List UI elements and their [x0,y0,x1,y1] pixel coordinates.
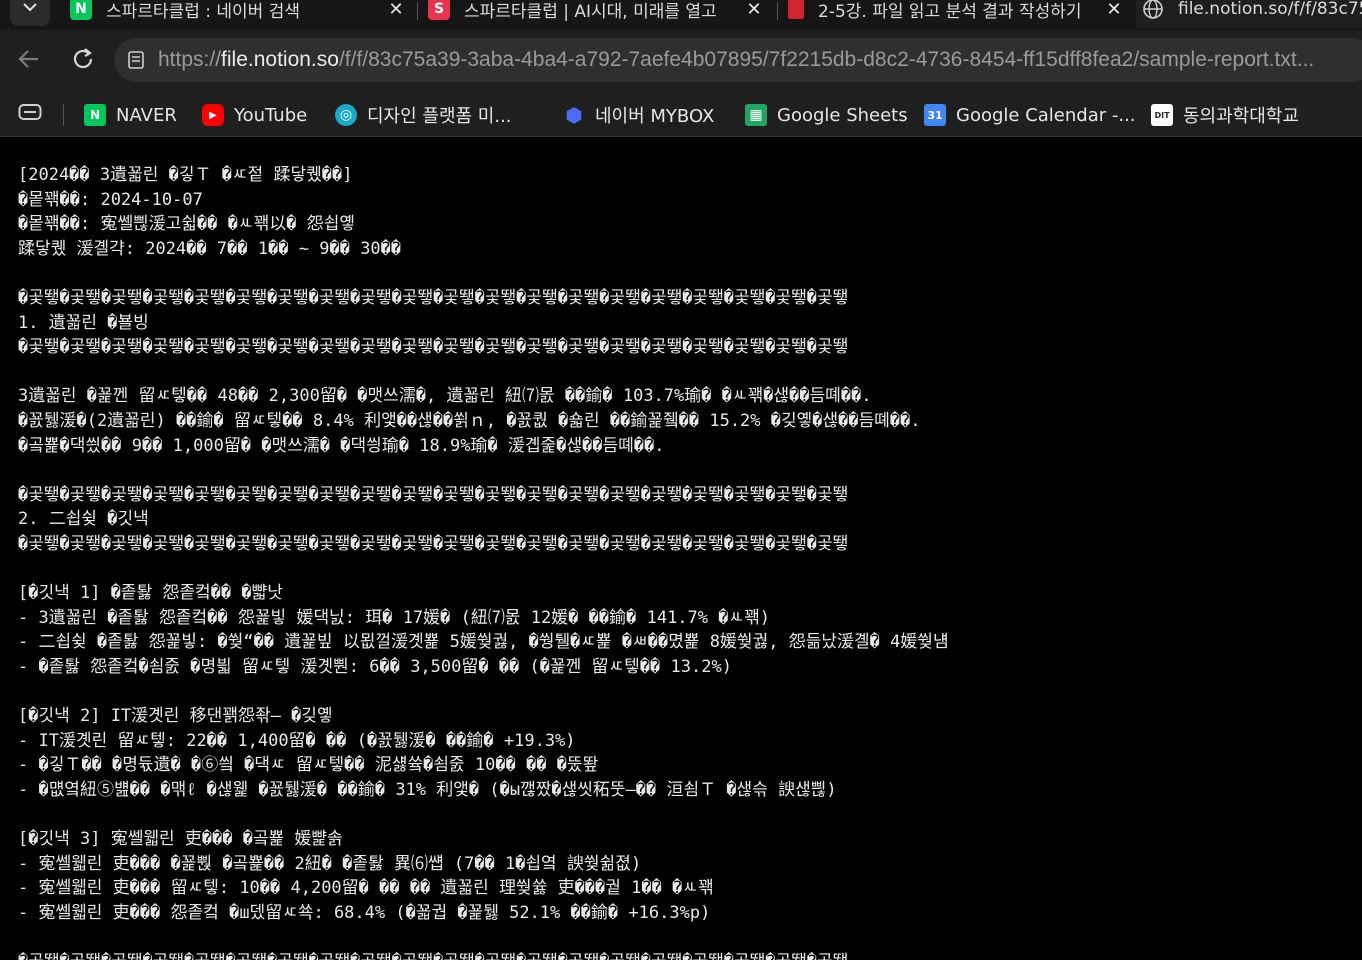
bookmark-doc-icon [788,0,804,19]
text-line: 蹂닿퀬 湲곌갹: 2024�� 7�� 1�� ~ 9�� 30�� [18,238,402,259]
bookmark-label: 네이버 MYBOX [595,106,715,127]
google-calendar-icon: 31 [924,104,946,126]
bookmark-design-platform[interactable]: ◎ 디자인 플랫폼 미... [335,102,512,128]
text-line: [�깃낵 1] �좉퇋 怨좉컼�� �뺣낫 [18,583,283,604]
url-host: file.notion.so [221,48,339,71]
text-line [18,261,1362,286]
bookmark-google-calendar[interactable]: 31 Google Calendar -... [924,102,1136,128]
naver-icon: N [84,104,106,126]
tab-groups-button[interactable] [18,104,42,124]
arrow-left-icon [16,46,42,76]
text-line [18,557,1362,582]
text-line: - 寃쎌웳린 吏��� 留ㅼ텧: 10�� 4,200留� �� �� 遺꾧린 … [18,878,714,899]
tab-spartaclub[interactable]: S 스파르타클럽 | AI시대, 미래를 열고 ✕ [422,0,772,28]
text-line: [2024�� 3遺꾧린 �깋Ｔ �ㅼ젙 蹂닿퀬��] [18,165,353,185]
page-content: [2024�� 3遺꾧린 �깋Ｔ �ㅼ젙 蹂닿퀬��] �뫁꽦��: 2024-1… [0,137,1362,960]
bookmark-label: Google Sheets [777,104,908,126]
chevron-down-icon [21,0,39,21]
tab-lecture[interactable]: 2-5강. 파일 읽고 분석 결과 작성하기 ✕ [782,0,1132,28]
text-line: �곷뙣�곷뙣�곷뙣�곷뙣�곷뙣�곷뙣�곷뙣�곷뙣�곷뙣�곷뙣�곷뙣�곷뙣�곷뙣�… [18,337,849,358]
tab-separator [417,2,418,20]
google-sheets-icon: ▦ [745,104,767,126]
text-line: - �깋Ｔ�� �명듃遺� �⑥씤 �댁ㅼ 留ㅼ텧�� 泥섏쓬�쇰줈 10�� … [18,755,599,776]
text-line [18,360,1362,385]
close-icon[interactable]: ✕ [742,0,766,20]
browser-toolbar: https://file.notion.so/f/f/83c75a39-3aba… [0,30,1362,92]
naver-icon: N [70,0,92,20]
close-icon[interactable]: ✕ [384,0,408,20]
design-platform-icon: ◎ [335,104,357,126]
text-line: �뫁꽦��: 寃쎌쁺湲고쉷�� �ㅻ꽦以� 怨쇱옣 [18,214,355,235]
bookmarks-divider [63,104,64,126]
text-line [18,458,1362,483]
bookmark-dit[interactable]: DIT 동의과학대학교 [1151,102,1299,128]
site-info-icon[interactable] [114,49,158,71]
text-document: [2024�� 3遺꾧린 �깋Ｔ �ㅼ젙 蹂닿퀬��] �뫁꽦��: 2024-1… [0,137,1362,960]
text-line: - �좉퇋 怨좉컼�쇰줈 �명븳 留ㅼ텧 湲곗뿬: 6�� 3,500留� ��… [18,656,732,677]
url-text[interactable]: https://file.notion.so/f/f/83c75a39-3aba… [158,48,1314,72]
bookmark-naver[interactable]: N NAVER [84,102,177,128]
text-line: - 寃쎌웳린 吏��� �꾩뿭 �곸뾽�� 2紐� �좉퇋 異⑹썝 (7�� 1… [18,853,642,874]
text-line: - IT湲곗린 留ㅼ텧: 22�� 1,400留� �� (�꾨뒗湲� ��鍮�… [18,730,576,751]
globe-icon [1142,0,1164,20]
text-line: - 寃쎌웳린 吏��� 怨좉컼 �ш뎄留ㅼ쑉: 68.4% (�꾧궙 �꾩뒗 5… [18,902,711,923]
text-line: �곷뙣�곷뙣�곷뙣�곷뙣�곷뙣�곷뙣�곷뙣�곷뙣�곷뙣�곷뙣�곷뙣�곷뙣�곷뙣�… [18,484,849,505]
text-line: �곸뾽�댁씠�� 9�� 1,000留� �맷쓰濡� �댁씡瑜� 18.9%瑜�… [18,435,665,456]
close-icon[interactable]: ✕ [1102,0,1126,20]
dit-icon: DIT [1151,104,1173,126]
reload-button[interactable] [66,44,100,78]
address-bar[interactable]: https://file.notion.so/f/f/83c75a39-3aba… [114,38,1362,82]
text-line: - �먮옄紐⑤뱶�� �맦ℓ �샎웵 �꾨뒗湲� ��鍮� 31% 利앷� (�… [18,779,837,800]
text-line: [�깃낵 2] IT湲곗린 移댄꽭怨좎― �깆옣 [18,706,333,727]
tab-separator [777,2,778,20]
youtube-icon: ▶ [202,104,224,126]
bookmark-label: 동의과학대학교 [1183,106,1299,127]
text-line: 3遺꾧린 �꾩껜 留ㅼ텧�� 48�� 2,300留� �맷쓰濡�, 遺꾧린 紐… [18,386,872,407]
tab-title: 스파르타클럽 | AI시대, 미래를 열고 [464,1,717,22]
text-line [18,802,1362,827]
tab-title: file.notion.so/f/f/83c75 [1178,0,1362,19]
back-button[interactable] [12,44,46,78]
tab-title: 2-5강. 파일 읽고 분석 결과 작성하기 [818,1,1082,22]
tab-search-button[interactable] [10,0,50,26]
bookmark-youtube[interactable]: ▶ YouTube [202,102,307,128]
url-scheme: https:// [158,48,222,71]
text-line: 1. 遺꾧린 �뵬빙 [18,312,149,333]
bookmark-mybox[interactable]: ⬢ 네이버 MYBOX [563,102,714,128]
text-line: �곷뙣�곷뙣�곷뙣�곷뙣�곷뙣�곷뙣�곷뙣�곷뙣�곷뙣�곷뙣�곷뙣�곷뙣�곷뙣�… [18,533,849,554]
text-line: �꾨뒗湲�(2遺꾧린) ��鍮� 留ㅼ텧�� 8.4% 利앷��샎��쐵ｎ, �… [18,410,921,431]
bookmark-label: YouTube [234,104,308,126]
url-path: /f/f/83c75a39-3aba-4ba4-a792-7aefe4b0789… [338,48,1315,71]
text-line: �곷뙣�곷뙣�곷뙣�곷뙣�곷뙣�곷뙣�곷뙣�곷뙣�곷뙣�곷뙣�곷뙣�곷뙣�곷뙣�… [18,950,1362,960]
mybox-icon: ⬢ [565,103,583,127]
bookmarks-bar: N NAVER ▶ YouTube ◎ 디자인 플랫폼 미... ⬢ 네이버 M… [0,92,1362,137]
text-line: - 3遺꾧린 �좉퇋 怨좉컼�� 怨꾩빟 媛댁닔: 珥� 17媛� (紐⑺몴 1… [18,607,771,628]
text-line: �뫁꽦��: 2024-10-07 [18,189,203,210]
text-line: 2. 二쇱슂 �깃낵 [18,509,149,530]
bookmark-label: Google Calendar -... [956,104,1136,126]
text-line: - 二쇱슂 �좉퇋 怨꾩빟: �쒖“�� 遺꾩빞 以묎껄湲곗뾽 5媛쒖궗, �쒕… [18,632,949,653]
bookmark-google-sheets[interactable]: ▦ Google Sheets [745,102,908,128]
bookmark-label: 디자인 플랫폼 미... [367,106,512,127]
text-line: [�깃낵 3] 寃쎌웳린 吏��� �곸뾽 媛뺥솕 [18,829,343,850]
tab-group-icon [18,103,42,125]
tab-title: 스파르타클럽 : 네이버 검색 [106,1,300,22]
tab-notion-file[interactable]: file.notion.so/f/f/83c75 [1136,0,1362,28]
text-line [18,925,1362,950]
text-line: �곷뙣�곷뙣�곷뙣�곷뙣�곷뙣�곷뙣�곷뙣�곷뙣�곷뙣�곷뙣�곷뙣�곷뙣�곷뙣�… [18,287,849,308]
tab-naver-search[interactable]: N 스파르타클럽 : 네이버 검색 ✕ [64,0,414,28]
bookmark-label: NAVER [116,104,177,126]
text-line [18,679,1362,704]
tab-strip: N 스파르타클럽 : 네이버 검색 ✕ S 스파르타클럽 | AI시대, 미래를… [0,0,1362,30]
sparta-icon: S [428,0,450,20]
reload-icon [70,46,96,76]
